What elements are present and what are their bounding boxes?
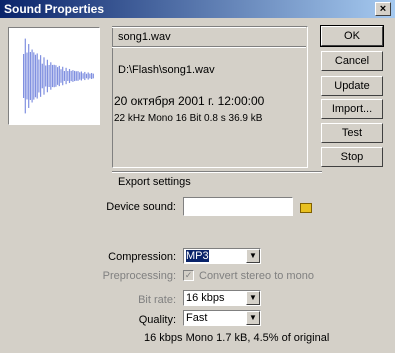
sound-name: song1.wav [118,31,171,43]
waveform-icon [23,38,94,114]
test-button[interactable]: Test [321,123,383,143]
chevron-down-icon[interactable]: ▼ [246,291,260,305]
quality-value: Fast [186,312,208,324]
stop-button[interactable]: Stop [321,147,383,167]
close-button[interactable]: × [375,2,391,16]
quality-select[interactable]: Fast ▼ [183,310,261,326]
window-title: Sound Properties [4,2,105,16]
bitrate-select[interactable]: 16 kbps ▼ [183,290,261,306]
waveform-preview [8,27,100,125]
sound-date: 20 октября 2001 г. 12:00:00 [114,94,265,108]
info-divider [112,46,306,48]
title-bar: Sound Properties × [0,0,395,18]
preprocessing-label: Preprocessing: [102,270,176,282]
compression-select[interactable]: MP3 ▼ [183,248,261,264]
update-button[interactable]: Update [321,76,383,96]
preprocessing-option: Convert stereo to mono [199,270,314,282]
compression-value: MP3 [186,250,209,262]
import-button[interactable]: Import... [321,99,383,119]
bitrate-value: 16 kbps [186,292,225,304]
device-sound-field[interactable] [183,197,293,216]
cancel-button[interactable]: Cancel [321,51,383,71]
compression-label: Compression: [108,251,176,263]
folder-icon[interactable] [300,203,312,213]
export-heading: Export settings [118,176,191,188]
sound-details: 22 kHz Mono 16 Bit 0.8 s 36.9 kB [114,113,263,124]
info-top-border [112,26,306,28]
device-sound-label: Device sound: [106,201,176,213]
export-summary: 16 kbps Mono 1.7 kB, 4.5% of original [144,332,330,344]
quality-label: Quality: [138,314,176,326]
preprocessing-checkbox[interactable]: ✓ [183,270,194,281]
chevron-down-icon[interactable]: ▼ [246,311,260,325]
export-divider [112,171,322,173]
sound-path: D:\Flash\song1.wav [118,64,215,76]
chevron-down-icon[interactable]: ▼ [246,249,260,263]
ok-button[interactable]: OK [320,25,384,47]
bitrate-label: Bit rate: [138,294,176,306]
